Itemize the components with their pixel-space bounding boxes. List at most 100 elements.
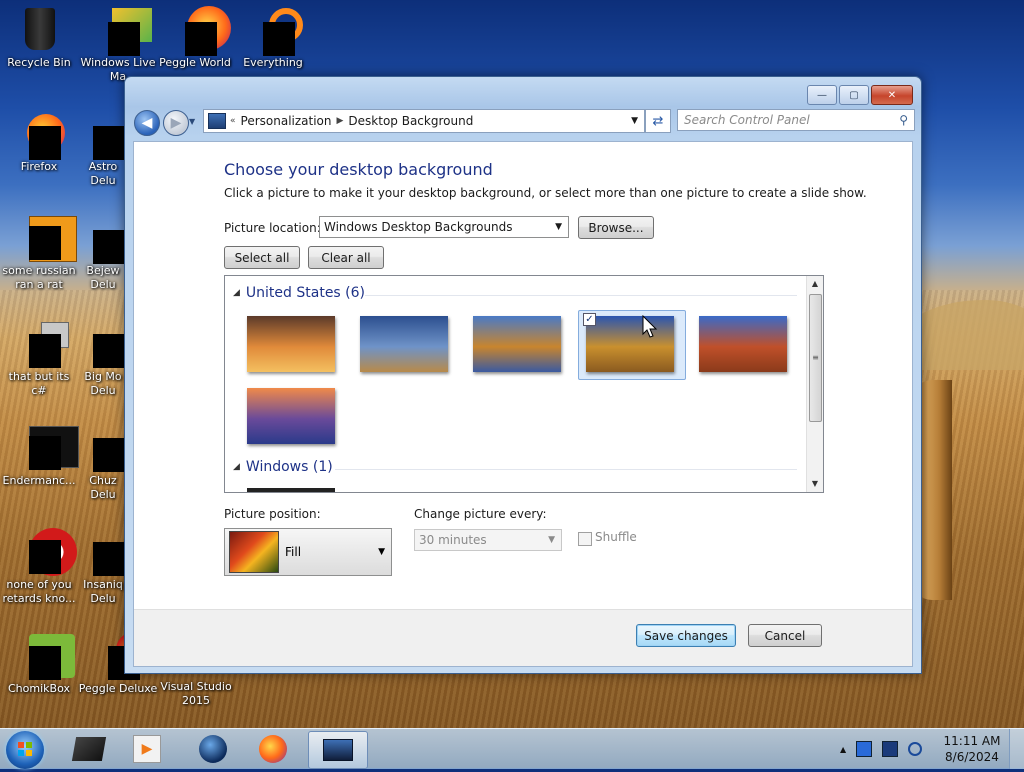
thumbnail-checkbox-checked[interactable]: ✓ xyxy=(583,313,596,326)
thumbnail-lupine-lake[interactable] xyxy=(247,388,335,444)
globe-icon xyxy=(199,735,227,763)
content-pane: Choose your desktop background Click a p… xyxy=(133,141,913,667)
scroll-thumb[interactable]: ≡ xyxy=(809,294,822,422)
everything-icon xyxy=(249,6,303,56)
picture-location-select[interactable]: Windows Desktop Backgrounds ▼ xyxy=(319,216,569,238)
desktop-icon-everything[interactable]: Everything xyxy=(234,6,312,70)
firefox-icon xyxy=(259,735,287,763)
taskbar: ▶ ▲ 11:11 AM 8/6/2024 xyxy=(0,728,1024,769)
scroll-down-icon[interactable]: ▼ xyxy=(807,476,823,492)
desktop-icon-none-of-you[interactable]: none of you retards kno... xyxy=(0,528,78,606)
search-input[interactable]: Search Control Panel ⚲ xyxy=(677,109,915,131)
search-icon[interactable]: ⚲ xyxy=(899,113,908,127)
control-panel-icon xyxy=(208,113,226,129)
thumbnail-hay-bale[interactable] xyxy=(586,316,674,372)
address-dropdown-icon[interactable]: ▼ xyxy=(631,116,638,126)
thumbnail-arch[interactable] xyxy=(699,316,787,372)
taskbar-app-box[interactable] xyxy=(60,731,118,767)
show-desktop-button[interactable] xyxy=(1009,729,1024,769)
desktop-icon-firefox[interactable]: Firefox xyxy=(0,110,78,174)
caption-buttons: — ▢ ✕ xyxy=(805,85,913,105)
back-button[interactable]: ◀ xyxy=(134,110,160,136)
chevron-down-icon: ▼ xyxy=(378,547,385,557)
group-header-united-states[interactable]: ◢ United States (6) xyxy=(233,285,365,301)
breadcrumb-desktop-background[interactable]: Desktop Background xyxy=(348,114,473,128)
thumbnail-lighthouse[interactable] xyxy=(360,316,448,372)
refresh-button[interactable]: ⇄ xyxy=(645,109,671,133)
clock-time: 11:11 AM xyxy=(943,734,1001,748)
desktop-icon-big-money[interactable]: Big Mo Delu xyxy=(78,320,128,398)
recycle-bin-icon xyxy=(15,6,63,54)
thumbnail-rock-lake[interactable] xyxy=(473,316,561,372)
change-interval-select[interactable]: 30 minutes ▼ xyxy=(414,529,562,551)
monitor-icon xyxy=(323,739,353,761)
chomikbox-icon xyxy=(15,632,75,680)
desktop-icon-some-russian[interactable]: some russian ran a rat xyxy=(0,214,78,292)
volume-icon[interactable] xyxy=(908,742,923,756)
taskbar-firefox[interactable] xyxy=(244,731,302,767)
taskbar-media-player[interactable]: ▶ xyxy=(118,731,176,767)
desktop-icon-astro[interactable]: Astro Delu xyxy=(78,110,128,188)
breadcrumb-overflow[interactable]: « xyxy=(230,116,236,126)
arrow-right-icon: ▶ xyxy=(170,115,182,131)
picture-position-value: Fill xyxy=(285,545,302,559)
change-picture-label: Change picture every: xyxy=(414,507,547,521)
windows-logo-icon xyxy=(18,742,32,756)
clock[interactable]: 11:11 AM 8/6/2024 xyxy=(942,733,1002,765)
cancel-button[interactable]: Cancel xyxy=(748,624,822,647)
breadcrumb-separator-icon[interactable]: ▶ xyxy=(337,116,344,126)
picture-position-select[interactable]: Fill ▼ xyxy=(224,528,392,576)
thumbnail-sunset-valley[interactable] xyxy=(247,316,335,372)
desktop-icon-windows-live[interactable]: Windows Live Ma xyxy=(78,6,158,84)
shuffle-checkbox[interactable] xyxy=(578,532,592,546)
maximize-button[interactable]: ▢ xyxy=(839,85,869,105)
refresh-icon: ⇄ xyxy=(652,113,664,129)
close-button[interactable]: ✕ xyxy=(871,85,913,105)
browse-button[interactable]: Browse... xyxy=(578,216,654,239)
navigation-bar: ◀ ▶ ▼ « Personalization ▶ Desktop Backgr… xyxy=(133,109,915,136)
desktop-icon-that-but-its-csharp[interactable]: that but its c# xyxy=(0,320,78,398)
taskbar-globe-app[interactable] xyxy=(184,731,242,767)
group-title: Windows (1) xyxy=(245,459,333,475)
scroll-up-icon[interactable]: ▲ xyxy=(807,276,823,292)
collapse-triangle-icon: ◢ xyxy=(233,462,240,472)
select-all-button[interactable]: Select all xyxy=(224,246,300,269)
red-circle-icon xyxy=(15,528,77,576)
group-header-windows[interactable]: ◢ Windows (1) xyxy=(233,459,333,475)
change-interval-value: 30 minutes xyxy=(419,533,487,547)
console-icon xyxy=(15,424,79,472)
astro-icon xyxy=(79,110,127,160)
save-changes-button[interactable]: Save changes xyxy=(636,624,736,647)
black-box-icon xyxy=(71,737,107,761)
gallery-scrollbar[interactable]: ▲ ≡ ▼ xyxy=(806,276,823,492)
network-icon[interactable] xyxy=(882,741,899,757)
page-instructions: Click a picture to make it your desktop … xyxy=(224,186,867,200)
desktop-icon-endermanch[interactable]: Endermanc... xyxy=(0,424,79,488)
forward-button[interactable]: ▶ xyxy=(163,110,189,136)
thumbnail-windows-partial[interactable] xyxy=(247,488,335,492)
minimize-button[interactable]: — xyxy=(807,85,837,105)
action-center-icon[interactable] xyxy=(856,741,873,757)
picture-location-label: Picture location: xyxy=(224,221,321,235)
start-button[interactable] xyxy=(6,731,44,769)
desktop-icon-bejeweled[interactable]: Bejew Delu xyxy=(78,214,128,292)
desktop-icon-peggle-world[interactable]: Peggle World xyxy=(156,6,234,70)
desktop-icon-chuzzle[interactable]: Chuz Delu xyxy=(78,424,128,502)
group-divider xyxy=(335,469,797,470)
desktop-icon-insaniquarium[interactable]: Insaniq Delu xyxy=(78,528,128,606)
breadcrumb-personalization[interactable]: Personalization xyxy=(241,114,332,128)
address-bar[interactable]: « Personalization ▶ Desktop Background ▼ xyxy=(203,109,645,133)
firefox-icon xyxy=(15,110,65,160)
orange-app-icon xyxy=(15,214,77,262)
tray-expand-icon[interactable]: ▲ xyxy=(840,745,846,754)
stacked-windows-icon xyxy=(15,320,69,368)
clear-all-button[interactable]: Clear all xyxy=(308,246,384,269)
taskbar-control-panel[interactable] xyxy=(308,731,368,769)
recent-pages-dropdown[interactable]: ▼ xyxy=(189,117,195,126)
picture-location-value: Windows Desktop Backgrounds xyxy=(324,220,513,234)
position-preview-image xyxy=(229,531,279,573)
desktop-icon-chomikbox[interactable]: ChomikBox xyxy=(0,632,78,696)
desktop-icon-recycle-bin[interactable]: Recycle Bin xyxy=(0,6,78,70)
system-tray: ▲ xyxy=(840,729,932,769)
desktop-background-window: — ▢ ✕ ◀ ▶ ▼ « Personalization ▶ Desktop … xyxy=(124,76,922,674)
